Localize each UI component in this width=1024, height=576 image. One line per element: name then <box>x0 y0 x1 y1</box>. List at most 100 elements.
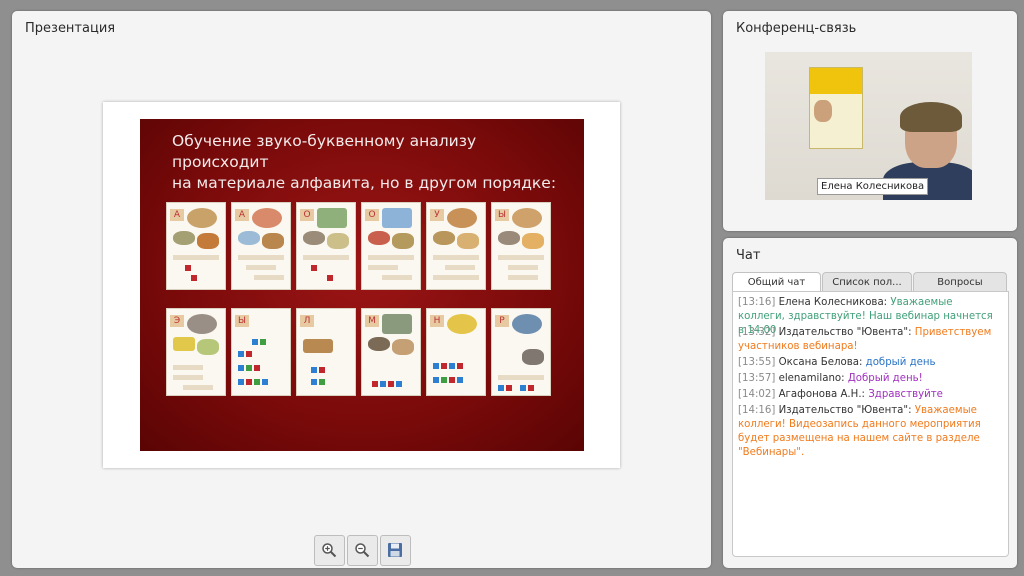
tab-general-chat[interactable]: Общий чат <box>732 272 821 293</box>
video-feed[interactable]: Елена Колесникова <box>765 52 972 200</box>
card-square <box>238 351 244 357</box>
card-letter: Л <box>300 315 314 327</box>
card-letter: Р <box>495 315 509 327</box>
slide-frame: Обучение звуко-буквенному анализу происх… <box>103 102 620 468</box>
presentation-title: Презентация <box>25 21 116 36</box>
card-picture <box>392 233 414 249</box>
card-line <box>382 275 412 280</box>
card-line <box>303 255 349 260</box>
card-letter: А <box>235 209 249 221</box>
chat-tabs: Общий чат Список пол... Вопросы <box>732 272 1007 293</box>
card-square <box>246 351 252 357</box>
card-letter: Э <box>170 315 184 327</box>
card-line <box>173 375 203 380</box>
zoom-out-icon <box>355 543 370 558</box>
card-square <box>457 363 463 369</box>
alphabet-card: Н <box>426 308 486 396</box>
card-line <box>183 385 213 390</box>
card-square <box>246 365 252 371</box>
save-icon <box>388 543 402 557</box>
card-letter: О <box>300 209 314 221</box>
card-square <box>185 265 191 271</box>
alphabet-card: О <box>296 202 356 290</box>
card-picture <box>512 208 542 228</box>
card-square <box>457 377 463 383</box>
card-picture <box>392 339 414 355</box>
chat-panel: Чат Общий чат Список пол... Вопросы [13:… <box>723 238 1017 568</box>
card-picture <box>447 314 477 334</box>
card-square <box>372 381 378 387</box>
card-picture <box>522 233 544 249</box>
card-square <box>380 381 386 387</box>
card-picture <box>173 231 195 245</box>
card-picture <box>433 231 455 245</box>
card-picture <box>303 231 325 245</box>
card-square <box>311 379 317 385</box>
alphabet-card: М <box>361 308 421 396</box>
card-picture <box>498 231 520 245</box>
card-line <box>445 265 475 270</box>
speaker-name-caption: Елена Колесникова <box>817 178 929 195</box>
presentation-panel: Презентация Обучение звуко-буквенному ан… <box>12 11 711 568</box>
alphabet-card: А <box>231 202 291 290</box>
card-letter: О <box>365 209 379 221</box>
card-line <box>498 375 544 380</box>
card-line <box>508 265 538 270</box>
card-square <box>528 385 534 391</box>
card-picture <box>187 314 217 334</box>
card-square <box>252 339 258 345</box>
card-picture <box>252 208 282 228</box>
alphabet-card: Ы <box>491 202 551 290</box>
chat-messages[interactable]: [13:16] Елена Колесникова: Уважаемые кол… <box>732 291 1009 557</box>
alphabet-card: Ы <box>231 308 291 396</box>
chat-message: [14:16] Издательство "Ювента": Уважаемые… <box>738 405 981 458</box>
card-square <box>498 385 504 391</box>
card-picture <box>197 233 219 249</box>
conference-panel: Конференц-связь Елена Колесникова <box>723 11 1017 231</box>
card-picture <box>327 233 349 249</box>
card-picture <box>382 208 412 228</box>
card-picture <box>512 314 542 334</box>
card-square <box>238 365 244 371</box>
zoom-out-button[interactable] <box>347 535 378 566</box>
card-square <box>191 275 197 281</box>
card-line <box>508 275 538 280</box>
speaker-hair <box>900 102 962 132</box>
alphabet-card: А <box>166 202 226 290</box>
card-picture <box>197 339 219 355</box>
card-square <box>433 363 439 369</box>
card-square <box>311 367 317 373</box>
card-letter: М <box>365 315 379 327</box>
card-line <box>254 275 284 280</box>
card-letter: У <box>430 209 444 221</box>
card-square <box>246 379 252 385</box>
tab-questions[interactable]: Вопросы <box>913 272 1007 292</box>
card-square <box>327 275 333 281</box>
tab-participants[interactable]: Список пол... <box>822 272 912 292</box>
save-button[interactable] <box>380 535 411 566</box>
card-picture <box>382 314 412 334</box>
alphabet-card: Р <box>491 308 551 396</box>
chat-message: [13:32] Издательство "Ювента": Приветств… <box>738 327 992 352</box>
chat-title: Чат <box>736 248 761 263</box>
zoom-in-button[interactable] <box>314 535 345 566</box>
card-square <box>254 365 260 371</box>
alphabet-card: Л <box>296 308 356 396</box>
chat-message: [13:55] Оксана Белова: добрый день <box>738 357 936 368</box>
conference-title: Конференц-связь <box>736 21 857 36</box>
card-letter: Ы <box>495 209 509 221</box>
alphabet-card: У <box>426 202 486 290</box>
chat-message: [13:57] elenamilano: Добрый день! <box>738 373 923 384</box>
card-square <box>319 379 325 385</box>
card-line <box>173 365 203 370</box>
card-letter: А <box>170 209 184 221</box>
card-line <box>246 265 276 270</box>
card-picture <box>317 208 347 228</box>
card-square <box>311 265 317 271</box>
card-line <box>433 275 479 280</box>
card-letter: Ы <box>235 315 249 327</box>
card-picture <box>187 208 217 228</box>
card-letter: Н <box>430 315 444 327</box>
card-square <box>254 379 260 385</box>
alphabet-card: О <box>361 202 421 290</box>
